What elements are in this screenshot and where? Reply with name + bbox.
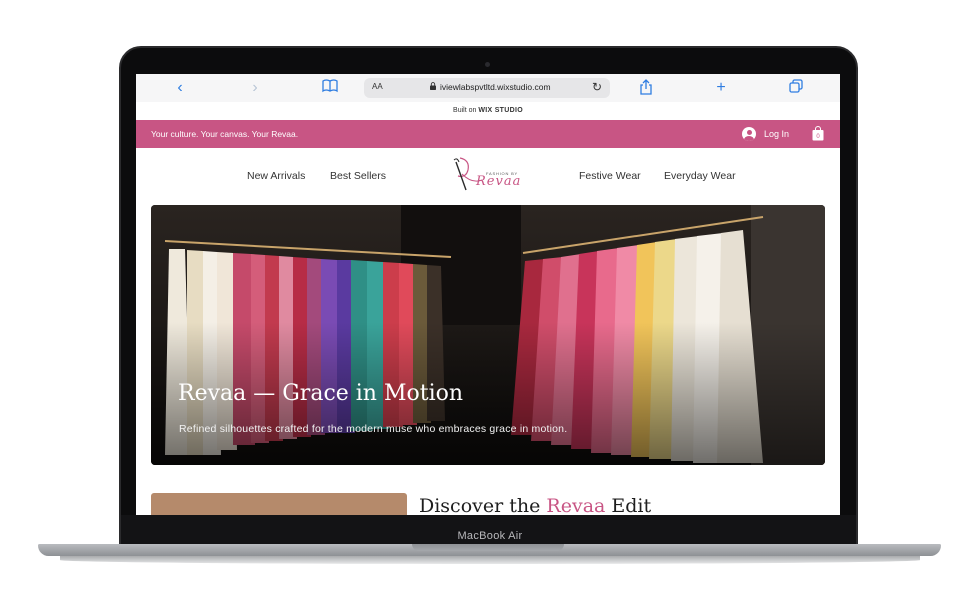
hero-banner: Revaa — Grace in Motion Refined silhouet… bbox=[151, 205, 825, 465]
built-on-prefix: Built on bbox=[453, 107, 477, 114]
built-on-banner[interactable]: Built on WIX STUDIO bbox=[136, 102, 840, 120]
share-icon[interactable] bbox=[636, 79, 656, 97]
wix-studio-brand: WIX STUDIO bbox=[478, 107, 523, 114]
nav-item-best-sellers[interactable]: Best Sellers bbox=[330, 170, 386, 182]
reload-icon[interactable]: ↻ bbox=[592, 80, 602, 94]
laptop-notch bbox=[412, 544, 564, 551]
url-text: iviewlabspvtltd.wixstudio.com bbox=[440, 82, 551, 92]
address-bar[interactable]: AA iviewlabspvtltd.wixstudio.com ↻ bbox=[364, 78, 610, 98]
edit-feature-image bbox=[151, 493, 407, 515]
promo-tagline: Your culture. Your canvas. Your Revaa. bbox=[151, 129, 299, 139]
laptop-model-label: MacBook Air bbox=[457, 530, 523, 542]
discover-before: Discover the bbox=[419, 495, 547, 515]
logo-wordmark: Revaa bbox=[476, 174, 522, 189]
login-label: Log In bbox=[764, 129, 790, 139]
discover-heading: Discover the Revaa Edit bbox=[419, 495, 651, 515]
reader-aa-button[interactable]: AA bbox=[372, 82, 383, 91]
discover-accent: Revaa bbox=[546, 495, 606, 515]
shopping-bag-icon[interactable]: 0 bbox=[812, 126, 824, 141]
discover-after: Edit bbox=[605, 495, 652, 515]
main-nav: New Arrivals Best Sellers FASHION BY Rev… bbox=[136, 148, 840, 204]
webcam bbox=[485, 62, 490, 67]
lock-icon bbox=[430, 82, 436, 90]
new-tab-icon[interactable]: + bbox=[711, 79, 731, 97]
user-avatar-icon bbox=[742, 127, 756, 141]
promo-bar: Your culture. Your canvas. Your Revaa. L… bbox=[136, 120, 840, 148]
tabs-icon[interactable] bbox=[786, 79, 806, 97]
forward-icon[interactable]: › bbox=[245, 79, 265, 97]
nav-item-festive-wear[interactable]: Festive Wear bbox=[579, 170, 641, 182]
nav-item-everyday-wear[interactable]: Everyday Wear bbox=[664, 170, 736, 182]
laptop-shadow bbox=[60, 556, 920, 564]
nav-item-new-arrivals[interactable]: New Arrivals bbox=[247, 170, 305, 182]
browser-toolbar: ‹ › AA iviewlabspvtltd.wixstudio.com ↻ + bbox=[136, 74, 840, 102]
bookmarks-icon[interactable] bbox=[320, 79, 340, 97]
back-icon[interactable]: ‹ bbox=[170, 79, 190, 97]
screen: ‹ › AA iviewlabspvtltd.wixstudio.com ↻ +… bbox=[136, 74, 840, 515]
hero-title: Revaa — Grace in Motion bbox=[178, 381, 464, 406]
hero-subtitle: Refined silhouettes crafted for the mode… bbox=[179, 423, 568, 435]
